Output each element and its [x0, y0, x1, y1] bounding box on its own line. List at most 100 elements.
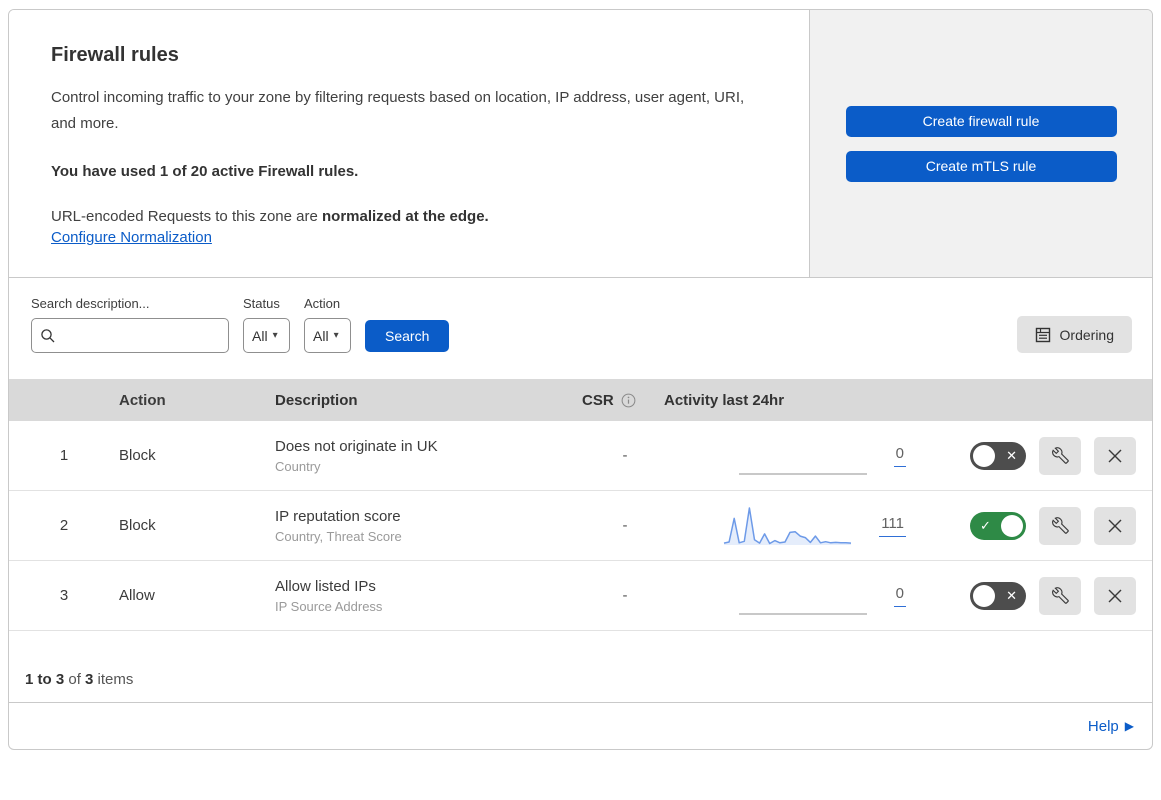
rule-controls: ✓ ✕ [910, 436, 1136, 475]
delete-rule-button[interactable] [1094, 436, 1136, 475]
rule-number: 3 [59, 587, 69, 604]
rule-enabled-toggle[interactable]: ✓ ✕ [970, 441, 1026, 470]
rule-number: 1 [59, 447, 69, 464]
firewall-rules-card: Firewall rules Control incoming traffic … [8, 9, 1153, 750]
rule-action: Block [119, 517, 156, 534]
action-filter-group: Action All ▾ [304, 296, 351, 353]
activity-count-link[interactable]: 0 [893, 585, 906, 607]
edit-rule-button[interactable] [1039, 436, 1081, 475]
wrench-icon [1051, 447, 1069, 464]
rule-description: Allow listed IPs IP Source Address [275, 578, 560, 614]
help-link-label: Help [1087, 717, 1119, 735]
chevron-down-icon: ▾ [272, 330, 278, 341]
status-dropdown[interactable]: All ▾ [243, 318, 290, 353]
check-icon: ✓ [980, 517, 991, 533]
rule-fields: IP Source Address [275, 598, 383, 614]
rule-fields: Country [275, 458, 321, 474]
activity-sparkline [738, 472, 867, 475]
col-action: Action [119, 391, 166, 409]
close-icon [1107, 518, 1123, 534]
toggle-knob [973, 584, 995, 607]
status-dropdown-value: All [252, 327, 268, 344]
search-button[interactable]: Search [365, 320, 450, 352]
summary-items: items [93, 671, 134, 688]
rule-csr: - [622, 587, 628, 604]
action-label: Action [304, 296, 341, 311]
normalization-prefix: URL-encoded Requests to this zone are [51, 208, 322, 225]
filter-controls: Search description... Status All ▾ Actio… [31, 296, 450, 353]
rule-number: 2 [59, 517, 69, 534]
edit-rule-button[interactable] [1039, 576, 1081, 615]
rule-controls: ✓ ✕ [910, 576, 1136, 615]
toggle-knob [973, 444, 995, 467]
filter-bar: Search description... Status All ▾ Actio… [9, 278, 1152, 379]
rule-activity: 0 [660, 574, 910, 618]
search-label: Search description... [31, 296, 150, 311]
search-icon [40, 328, 56, 344]
help-row: Help ▶ [9, 703, 1152, 749]
col-csr-label: CSR [582, 391, 614, 409]
delete-rule-button[interactable] [1094, 506, 1136, 545]
search-input-wrapper [31, 318, 229, 353]
arrow-right-icon: ▶ [1124, 719, 1134, 733]
ordering-button-label: Ordering [1059, 326, 1114, 343]
toggle-knob [1001, 514, 1023, 537]
rule-description-title: IP reputation score [275, 507, 401, 525]
cross-icon: ✕ [1006, 447, 1017, 463]
rule-csr: - [622, 447, 628, 464]
col-description: Description [275, 391, 358, 409]
edit-rule-button[interactable] [1039, 506, 1081, 545]
rule-description-title: Allow listed IPs [275, 577, 376, 595]
search-input[interactable] [56, 327, 220, 344]
col-csr: CSR [560, 392, 660, 409]
col-activity: Activity last 24hr [664, 391, 785, 409]
normalization-text: URL-encoded Requests to this zone are no… [51, 208, 767, 225]
activity-sparkline [724, 506, 852, 545]
rule-csr: - [622, 517, 628, 534]
rule-activity: 0 [660, 434, 910, 478]
summary-range: 1 to 3 [25, 671, 65, 688]
status-filter-group: Status All ▾ [243, 296, 290, 353]
activity-sparkline [738, 612, 867, 615]
table-row: 1 Block Does not originate in UK Country… [9, 421, 1152, 491]
rule-description: Does not originate in UK Country [275, 438, 560, 474]
chevron-down-icon: ▾ [333, 330, 339, 341]
ordering-button[interactable]: Ordering [1016, 316, 1132, 353]
rule-enabled-toggle[interactable]: ✓ ✕ [970, 511, 1026, 540]
action-panel: Create firewall rule Create mTLS rule [809, 10, 1152, 277]
action-dropdown[interactable]: All ▾ [304, 318, 351, 353]
delete-rule-button[interactable] [1094, 576, 1136, 615]
status-label: Status [243, 296, 280, 311]
wrench-icon [1051, 587, 1069, 604]
rule-activity: 111 [660, 504, 910, 548]
help-link[interactable]: Help ▶ [1088, 718, 1134, 735]
table-row: 2 Block IP reputation score Country, Thr… [9, 491, 1152, 561]
search-field-group: Search description... [31, 296, 229, 353]
page-description: Control incoming traffic to your zone by… [51, 89, 745, 132]
configure-normalization-link[interactable]: Configure Normalization [51, 229, 212, 246]
usage-summary: You have used 1 of 20 active Firewall ru… [51, 163, 359, 180]
activity-count-link[interactable]: 111 [879, 515, 906, 537]
table-row: 3 Allow Allow listed IPs IP Source Addre… [9, 561, 1152, 631]
action-dropdown-value: All [313, 327, 329, 344]
close-icon [1107, 588, 1123, 604]
create-firewall-rule-button[interactable]: Create firewall rule [845, 105, 1117, 137]
rule-action: Block [119, 447, 156, 464]
summary-of: of [64, 671, 86, 688]
header-text-block: Firewall rules Control incoming traffic … [9, 10, 809, 277]
activity-count-link[interactable]: 0 [893, 445, 906, 467]
rule-description-title: Does not originate in UK [275, 437, 438, 455]
rule-description: IP reputation score Country, Threat Scor… [275, 508, 560, 544]
rule-action: Allow [119, 587, 155, 604]
rule-enabled-toggle[interactable]: ✓ ✕ [970, 581, 1026, 610]
page-title: Firewall rules [51, 44, 179, 66]
wrench-icon [1051, 517, 1069, 534]
create-mtls-rule-button[interactable]: Create mTLS rule [845, 150, 1117, 182]
table-header: Action Description CSR Activity last 24h… [9, 379, 1152, 421]
ordering-icon [1035, 327, 1051, 343]
info-icon[interactable] [621, 393, 636, 408]
close-icon [1107, 448, 1123, 464]
cross-icon: ✕ [1006, 587, 1017, 603]
pagination-summary: 1 to 3 of 3 items [9, 631, 1152, 703]
rule-controls: ✓ ✕ [910, 506, 1136, 545]
